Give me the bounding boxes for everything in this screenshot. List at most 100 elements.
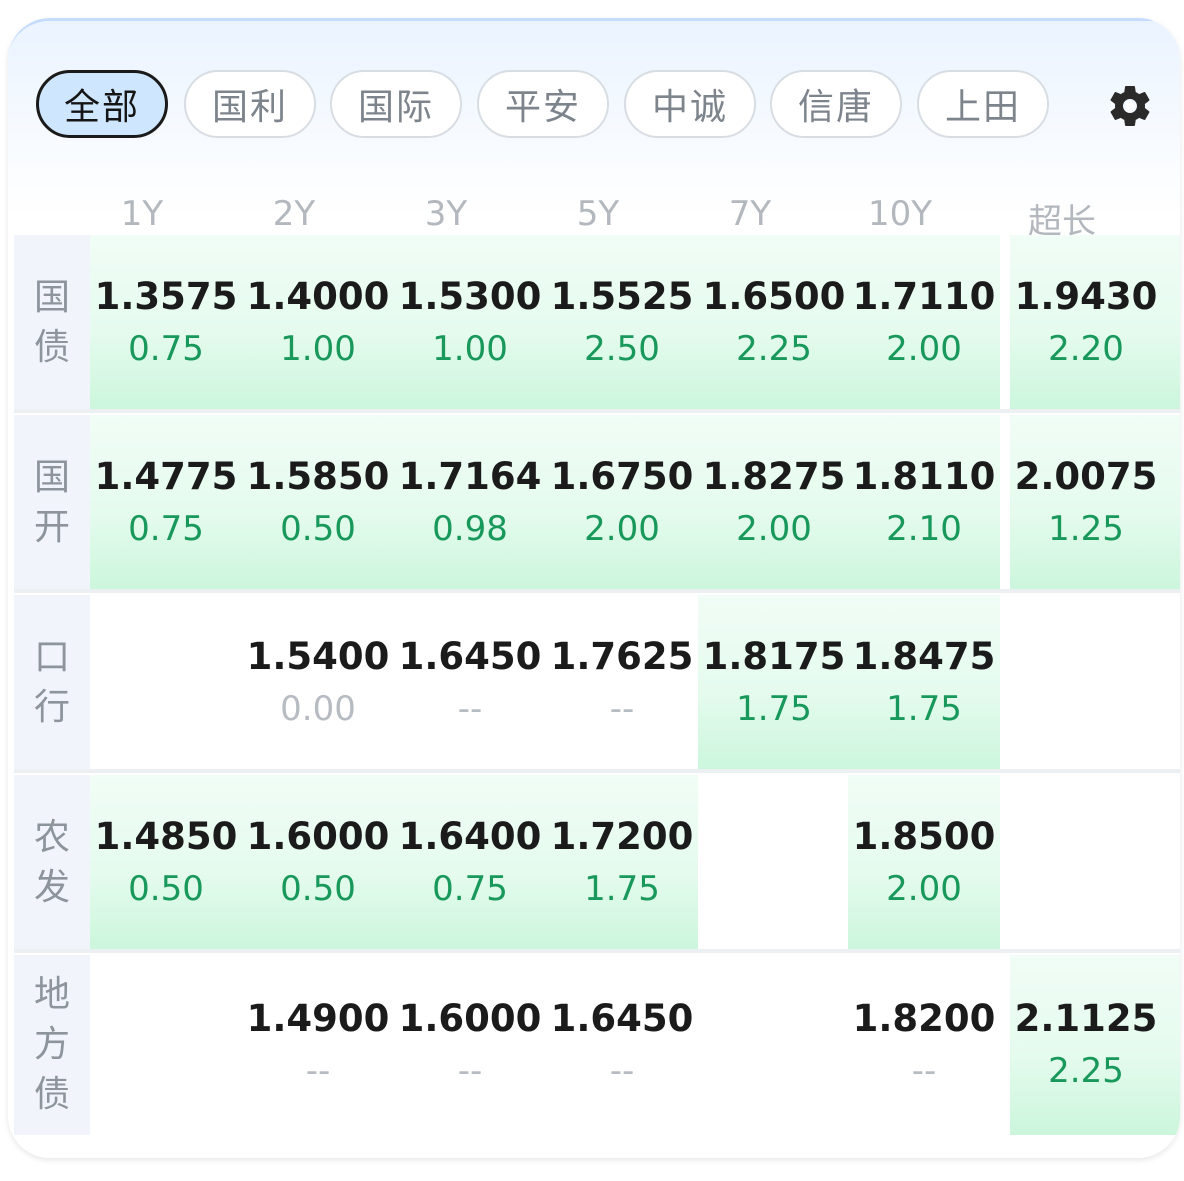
tab-broker-5[interactable]: 信唐 bbox=[770, 70, 902, 138]
row-label-char: 债 bbox=[33, 327, 70, 368]
column-header[interactable]: 1Y bbox=[67, 194, 217, 234]
yield-rate: 1.8200 bbox=[852, 997, 996, 1040]
yield-change: 1.75 bbox=[736, 689, 812, 729]
yield-cell[interactable]: 1.7200 1.75 bbox=[546, 775, 698, 951]
gear-icon[interactable] bbox=[1106, 82, 1154, 130]
row-label-char: 地 bbox=[33, 974, 70, 1015]
yield-cell[interactable]: 1.5300 1.00 bbox=[394, 235, 546, 411]
yield-cell[interactable]: 1.4775 0.75 bbox=[90, 415, 242, 591]
yield-cell[interactable]: 1.4850 0.50 bbox=[90, 775, 242, 951]
table-row: 地方债 1.4900 -- 1.6000 -- 1.6450 -- 1.8200 -- 2.112… bbox=[14, 955, 1180, 1135]
tab-broker-1[interactable]: 国利 bbox=[184, 70, 316, 138]
yield-cell[interactable]: 1.6500 2.25 bbox=[698, 235, 850, 411]
column-header[interactable]: 5Y bbox=[523, 194, 673, 234]
yield-cell[interactable]: 1.6450 -- bbox=[394, 595, 546, 771]
yield-change: -- bbox=[305, 1051, 331, 1091]
yield-change: 0.75 bbox=[432, 869, 508, 909]
bond-yield-card: 全部 国利 国际 平安 中诚 信唐 上田 1Y 2Y 3Y 5Y 7Y 10Y 超长 国债 1.3575 0… bbox=[8, 18, 1180, 1158]
yield-rate: 1.4900 bbox=[246, 997, 390, 1040]
yield-cell[interactable]: 1.7110 2.00 bbox=[848, 235, 1000, 411]
yield-rate: 1.7200 bbox=[550, 815, 694, 858]
row-label: 国债 bbox=[14, 235, 90, 411]
yield-rate: 1.4850 bbox=[94, 815, 238, 858]
yield-rate: 1.6450 bbox=[550, 997, 694, 1040]
yield-cell[interactable]: 1.9430 2.20 bbox=[1010, 235, 1162, 411]
yield-change: 2.20 bbox=[1048, 329, 1124, 369]
row-label-char: 农 bbox=[33, 817, 70, 858]
yield-change: 0.00 bbox=[280, 689, 356, 729]
yield-change: 2.50 bbox=[584, 329, 660, 369]
yield-cell[interactable]: 1.5400 0.00 bbox=[242, 595, 394, 771]
yield-rate: 1.7110 bbox=[852, 275, 996, 318]
yield-rate: 1.6450 bbox=[398, 635, 542, 678]
yield-cell[interactable]: 1.8500 2.00 bbox=[848, 775, 1000, 951]
yield-change: 2.00 bbox=[886, 869, 962, 909]
row-divider bbox=[14, 589, 1180, 593]
yield-rate: 1.8475 bbox=[852, 635, 996, 678]
table-row: 口行 1.5400 0.00 1.6450 -- 1.7625 -- 1.8175 1.75 1.… bbox=[14, 595, 1180, 771]
row-label-char: 债 bbox=[33, 1074, 70, 1115]
yield-change: 2.25 bbox=[1048, 1051, 1124, 1091]
row-label: 口行 bbox=[14, 595, 90, 771]
yield-rate: 1.5525 bbox=[550, 275, 694, 318]
tab-broker-2[interactable]: 国际 bbox=[330, 70, 462, 138]
yield-rate: 1.7625 bbox=[550, 635, 694, 678]
row-label-char: 开 bbox=[33, 507, 70, 548]
row-label: 农发 bbox=[14, 775, 90, 951]
yield-change: -- bbox=[457, 1051, 483, 1091]
yield-change: 0.50 bbox=[128, 869, 204, 909]
yield-cell[interactable]: 1.8175 1.75 bbox=[698, 595, 850, 771]
row-label-char: 国 bbox=[33, 277, 70, 318]
yield-change: -- bbox=[609, 1051, 635, 1091]
yield-cell[interactable]: 1.6450 -- bbox=[546, 955, 698, 1135]
yield-cell[interactable]: 1.8275 2.00 bbox=[698, 415, 850, 591]
yield-cell[interactable]: 1.8200 -- bbox=[848, 955, 1000, 1135]
yield-cell[interactable]: 1.7164 0.98 bbox=[394, 415, 546, 591]
yield-change: 2.00 bbox=[584, 509, 660, 549]
yield-cell[interactable]: 1.4000 1.00 bbox=[242, 235, 394, 411]
yield-cell[interactable]: 2.1125 2.25 bbox=[1010, 955, 1162, 1135]
row-label-char: 口 bbox=[33, 637, 70, 678]
row-label: 地方债 bbox=[14, 955, 90, 1135]
tab-broker-3[interactable]: 平安 bbox=[477, 70, 609, 138]
column-header[interactable]: 7Y bbox=[675, 194, 825, 234]
yield-rate: 1.6000 bbox=[246, 815, 390, 858]
yield-rate: 2.0075 bbox=[1014, 455, 1158, 498]
yield-cell[interactable]: 1.6000 -- bbox=[394, 955, 546, 1135]
column-header[interactable]: 3Y bbox=[371, 194, 521, 234]
yield-change: 1.75 bbox=[886, 689, 962, 729]
yield-rate: 1.8175 bbox=[702, 635, 846, 678]
yield-change: 2.25 bbox=[736, 329, 812, 369]
table-row: 国债 1.3575 0.75 1.4000 1.00 1.5300 1.00 1.5525 2.… bbox=[14, 235, 1180, 411]
row-label-char: 行 bbox=[33, 687, 70, 728]
yield-cell[interactable]: 1.6000 0.50 bbox=[242, 775, 394, 951]
yield-cell[interactable]: 2.0075 1.25 bbox=[1010, 415, 1162, 591]
yield-change: 1.25 bbox=[1048, 509, 1124, 549]
column-header[interactable]: 2Y bbox=[219, 194, 369, 234]
table-row: 农发 1.4850 0.50 1.6000 0.50 1.6400 0.75 1.7200 1.… bbox=[14, 775, 1180, 951]
yield-change: 2.10 bbox=[886, 509, 962, 549]
yield-cell[interactable]: 1.8110 2.10 bbox=[848, 415, 1000, 591]
yield-cell[interactable]: 1.7625 -- bbox=[546, 595, 698, 771]
tab-broker-4[interactable]: 中诚 bbox=[624, 70, 756, 138]
yield-rate: 1.4775 bbox=[94, 455, 238, 498]
yield-cell[interactable]: 1.6400 0.75 bbox=[394, 775, 546, 951]
yield-cell[interactable]: 1.4900 -- bbox=[242, 955, 394, 1135]
yield-change: 2.00 bbox=[886, 329, 962, 369]
yield-cell[interactable]: 1.8475 1.75 bbox=[848, 595, 1000, 771]
column-header[interactable]: 10Y bbox=[825, 194, 975, 234]
yield-rate: 1.5850 bbox=[246, 455, 390, 498]
row-label: 国开 bbox=[14, 415, 90, 591]
yield-rate: 1.4000 bbox=[246, 275, 390, 318]
row-divider bbox=[14, 409, 1180, 413]
yield-rate: 1.6400 bbox=[398, 815, 542, 858]
yield-cell[interactable]: 1.3575 0.75 bbox=[90, 235, 242, 411]
yield-cell[interactable]: 1.6750 2.00 bbox=[546, 415, 698, 591]
tab-broker-6[interactable]: 上田 bbox=[917, 70, 1049, 138]
yield-cell[interactable]: 1.5525 2.50 bbox=[546, 235, 698, 411]
row-divider bbox=[14, 769, 1180, 773]
tab-all[interactable]: 全部 bbox=[36, 70, 168, 138]
yield-change: 0.50 bbox=[280, 509, 356, 549]
yield-change: 2.00 bbox=[736, 509, 812, 549]
yield-cell[interactable]: 1.5850 0.50 bbox=[242, 415, 394, 591]
